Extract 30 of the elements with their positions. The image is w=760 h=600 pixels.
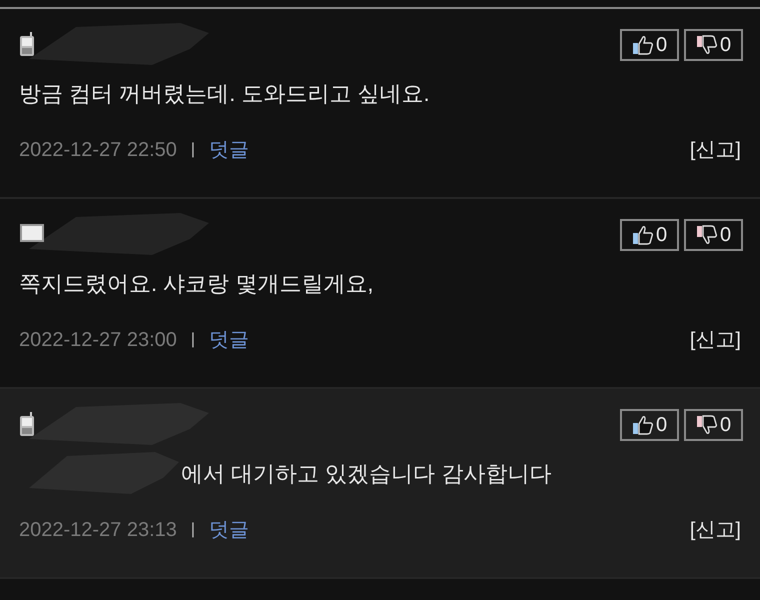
reply-link[interactable]: 덧글	[209, 325, 250, 355]
dislike-button[interactable]: 0	[684, 409, 743, 441]
comment-date: 2022-12-27 22:50	[19, 138, 177, 163]
thumbs-up-icon	[632, 415, 654, 435]
thumbs-down-icon	[696, 225, 718, 245]
monitor-icon	[19, 223, 45, 245]
report-link[interactable]: [신고]	[690, 515, 741, 545]
like-button[interactable]: 0	[620, 219, 679, 251]
reply-link[interactable]: 덧글	[209, 515, 250, 545]
thumbs-up-icon	[632, 225, 654, 245]
separator-text: |	[190, 520, 196, 540]
phone-icon	[19, 31, 35, 57]
comment-text: 쪽지드렸어요. 샤코랑 몇개드릴게요,	[19, 270, 374, 298]
separator-text: |	[190, 140, 196, 160]
comment-text: 방금 컴터 꺼버렸는데. 도와드리고 싶네요.	[19, 80, 430, 108]
thumbs-down-icon	[696, 35, 718, 55]
report-link[interactable]: [신고]	[690, 325, 741, 355]
phone-icon	[19, 411, 35, 437]
dislike-button[interactable]: 0	[684, 219, 743, 251]
thumbs-up-icon	[632, 35, 654, 55]
comment-date: 2022-12-27 23:13	[19, 518, 177, 543]
report-link[interactable]: [신고]	[690, 135, 741, 165]
like-button[interactable]: 0	[620, 29, 679, 61]
comment-date: 2022-12-27 23:00	[19, 328, 177, 353]
thumbs-down-icon	[696, 415, 718, 435]
like-button[interactable]: 0	[620, 409, 679, 441]
reply-link[interactable]: 덧글	[209, 135, 250, 165]
separator-text: |	[190, 330, 196, 350]
comment-text: 에서 대기하고 있겠습니다 감사합니다	[181, 460, 552, 488]
dislike-button[interactable]: 0	[684, 29, 743, 61]
